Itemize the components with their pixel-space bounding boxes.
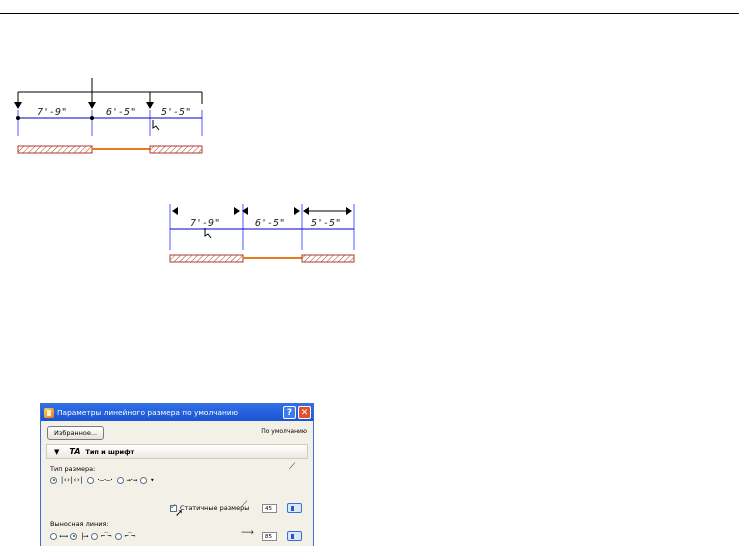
dim-type-dots-icon: ·–·–· (96, 476, 114, 484)
witness-radio-3[interactable] (90, 532, 98, 540)
dim-type-radio-4[interactable] (140, 476, 148, 484)
title-bar[interactable]: Параметры линейного размера по умолчанию… (41, 404, 313, 421)
witness-line-icon-1: ⟵⟶ (60, 532, 68, 540)
dim-type-arrows-icon: →·→ (126, 476, 138, 484)
panel-header-type-font[interactable]: ▼ TA Тип и шрифт (46, 444, 308, 459)
value-field-2[interactable]: 85 (262, 532, 277, 541)
dim-text-3: 5'-5" (161, 107, 191, 118)
pen-size-icon-2: ⟶ (241, 528, 254, 538)
dim-text-2: 6'-5" (255, 218, 285, 229)
wall-segment (17, 145, 93, 154)
top-dimension-chain: 7'-9" 6'-5" 5'-5" (14, 78, 203, 154)
linear-dimension-dialog: Параметры линейного размера по умолчанию… (40, 403, 314, 546)
pen-toggle-2[interactable] (287, 531, 302, 541)
dim-type-options: |‹›|‹›| ·–·–· →·→ ▾ (50, 476, 157, 484)
static-dims-label: Статичные размеры (180, 504, 250, 512)
witness-line-options: ⟵⟶ |⟶ ⌐‾¬ ⌐‾¬ (50, 532, 138, 540)
witness-line-icon-4: ⌐‾¬ (124, 532, 136, 540)
wall-segment (149, 145, 203, 154)
default-label: По умолчанию (261, 428, 307, 435)
cursor-icon (152, 120, 160, 131)
marker-type-icon[interactable]: ⟋ (289, 462, 295, 472)
panel-title: Тип и шрифт (85, 447, 135, 456)
app-icon (44, 407, 54, 418)
witness-radio-2[interactable] (70, 532, 78, 540)
mouse-cursor-icon: ➚ (175, 508, 184, 519)
witness-line-label: Выносная линия: (50, 520, 109, 528)
wall-segment (301, 254, 355, 263)
witness-line-icon-2: |⟶ (80, 532, 88, 540)
favorites-button[interactable]: Избранное... (47, 426, 105, 440)
pen-size-icon: ⟋ (241, 500, 248, 510)
witness-line-icon-3: ⌐‾¬ (100, 532, 112, 540)
dim-type-radio-1[interactable] (50, 476, 57, 484)
favorites-row: Избранное... По умолчанию (47, 426, 307, 440)
text-font-icon: TA (69, 447, 81, 456)
dim-type-radio-3[interactable] (116, 476, 124, 484)
dim-type-dropdown-icon[interactable]: ▾ (150, 476, 154, 484)
dim-text-1: 7'-9" (37, 107, 67, 118)
dim-text-1: 7'-9" (190, 218, 220, 229)
witness-radio-1[interactable] (50, 532, 57, 540)
dim-type-radio-2[interactable] (86, 476, 94, 484)
bottom-dimension-chain: 7'-9" 6'-5" 5'-5" (169, 204, 355, 263)
dim-type-label: Тип размера: (50, 465, 96, 473)
close-button[interactable]: ✕ (298, 406, 311, 419)
help-button[interactable]: ? (283, 406, 296, 419)
value-field-1[interactable]: 45 (262, 504, 277, 513)
collapse-triangle-icon[interactable]: ▼ (54, 448, 59, 456)
wall-segment (169, 254, 244, 263)
pen-toggle-1[interactable] (287, 503, 302, 513)
dim-text-3: 5'-5" (311, 218, 341, 229)
dim-type-ticks-icon: |‹›|‹›| (60, 476, 83, 484)
witness-radio-4[interactable] (114, 532, 122, 540)
dim-text-2: 6'-5" (106, 107, 136, 118)
dialog-title: Параметры линейного размера по умолчанию (57, 408, 238, 417)
